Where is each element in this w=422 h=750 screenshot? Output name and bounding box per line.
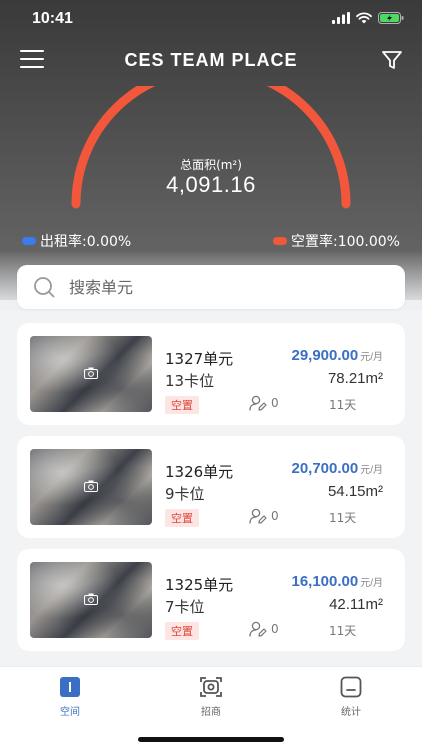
total-area-label: 总面积(m²)	[180, 158, 242, 172]
unit-area: 54.15m²	[327, 483, 383, 500]
tab-stats[interactable]: 统计	[321, 675, 381, 718]
unit-name: 1327单元	[165, 350, 234, 368]
tab-leasing-label: 招商	[201, 707, 221, 718]
vacancy-rate-label: 空置率:100.00%	[290, 234, 400, 250]
status-bar: 10:41	[0, 0, 422, 40]
unit-card[interactable]: 1326单元 20,700.00 元/月 9卡位 54.15m² 空置 0 11天	[17, 436, 405, 538]
nav-bar: CES TEAM PLACE	[0, 44, 422, 78]
unit-days: 11天	[329, 624, 357, 638]
rent-rate-label: 出租率:0.00%	[40, 234, 132, 250]
unit-price: 29,900.00 元/月	[291, 347, 383, 364]
person-edit-icon	[249, 395, 267, 411]
unit-card[interactable]: 1327单元 29,900.00 元/月 13卡位 78.21m² 空置 0 11…	[17, 323, 405, 425]
unit-price-unit: 元/月	[360, 578, 383, 589]
total-area-value: 4,091.16	[166, 172, 256, 197]
unit-photo	[30, 336, 152, 412]
unit-visitors-count: 0	[271, 396, 279, 410]
stats-icon	[340, 676, 362, 698]
unit-price: 20,700.00 元/月	[291, 460, 383, 477]
wifi-icon	[356, 12, 372, 24]
home-indicator	[138, 737, 284, 742]
status-badge: 空置	[165, 509, 199, 527]
camera-icon	[84, 367, 98, 379]
unit-days: 11天	[329, 511, 357, 525]
unit-visitors: 0	[249, 508, 279, 524]
status-badge: 空置	[165, 622, 199, 640]
unit-price-value: 20,700.00	[291, 460, 359, 477]
unit-seats: 7卡位	[165, 598, 205, 616]
unit-seats: 13卡位	[165, 372, 215, 390]
unit-visitors: 0	[249, 395, 279, 411]
space-icon	[60, 677, 80, 697]
unit-name: 1326单元	[165, 463, 234, 481]
unit-visitors-count: 0	[271, 622, 279, 636]
unit-days: 11天	[329, 398, 357, 412]
search-input[interactable]	[69, 277, 369, 297]
status-icons	[332, 12, 404, 24]
unit-price-value: 29,900.00	[291, 347, 359, 364]
unit-list: 1327单元 29,900.00 元/月 13卡位 78.21m² 空置 0 11…	[17, 323, 405, 662]
scan-icon	[200, 677, 222, 697]
unit-visitors: 0	[249, 621, 279, 637]
tab-space[interactable]: 空间	[40, 675, 100, 718]
filter-icon	[382, 51, 402, 69]
filter-button[interactable]	[380, 48, 404, 72]
search-icon	[34, 277, 55, 298]
vacancy-rate-dot	[272, 237, 287, 245]
unit-area: 42.11m²	[329, 596, 383, 613]
signal-icon	[332, 12, 350, 24]
unit-seats: 9卡位	[165, 485, 205, 503]
unit-price: 16,100.00 元/月	[291, 573, 383, 590]
rent-rate-dot	[22, 237, 36, 245]
tab-stats-label: 统计	[341, 707, 361, 718]
search-bar[interactable]	[17, 265, 405, 309]
unit-name: 1325单元	[165, 576, 234, 594]
camera-icon	[84, 593, 98, 605]
person-edit-icon	[249, 508, 267, 524]
unit-price-value: 16,100.00	[291, 573, 359, 590]
unit-area: 78.21m²	[327, 370, 383, 387]
vacancy-rate: 空置率:100.00%	[272, 231, 400, 251]
tab-leasing[interactable]: 招商	[181, 675, 241, 718]
unit-photo	[30, 449, 152, 525]
unit-photo	[30, 562, 152, 638]
battery-charging-icon	[378, 12, 404, 24]
tab-space-label: 空间	[60, 707, 80, 718]
rent-rate: 出租率:0.00%	[22, 231, 131, 251]
unit-card[interactable]: 1325单元 16,100.00 元/月 7卡位 42.11m² 空置 0 11天	[17, 549, 405, 651]
person-edit-icon	[249, 621, 267, 637]
unit-visitors-count: 0	[271, 509, 279, 523]
unit-price-unit: 元/月	[360, 465, 383, 476]
page-title: CES TEAM PLACE	[124, 50, 298, 70]
camera-icon	[84, 480, 98, 492]
unit-price-unit: 元/月	[360, 352, 383, 363]
status-badge: 空置	[165, 396, 199, 414]
status-time: 10:41	[32, 10, 73, 27]
